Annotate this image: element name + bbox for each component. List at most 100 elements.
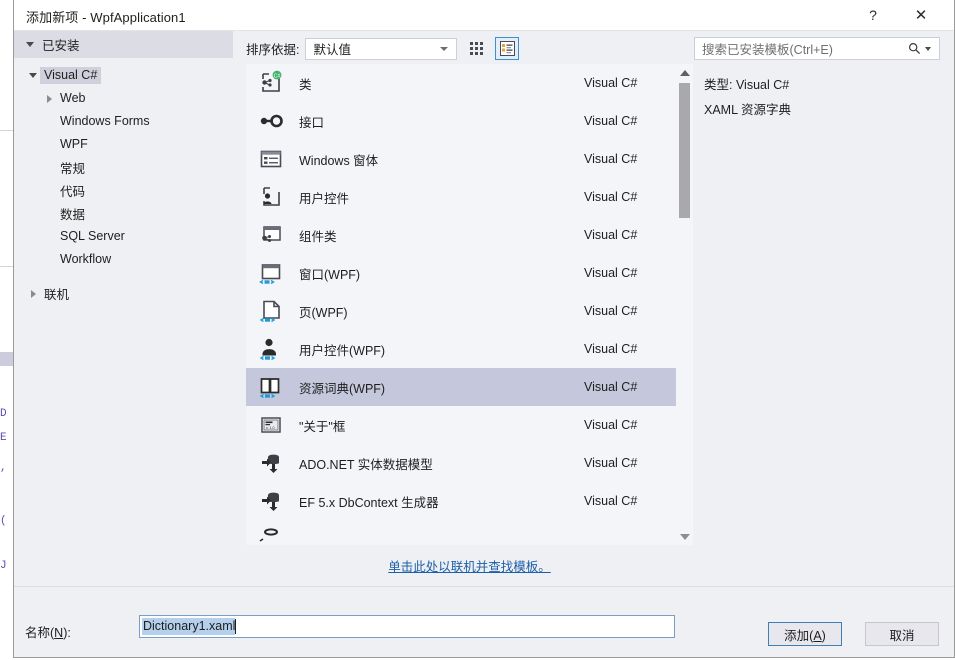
template-language: Visual C# [584,456,638,470]
template-language: Visual C# [584,418,638,432]
template-row[interactable]: C# 类 Visual C# [246,64,676,102]
tree-item-label: Windows Forms [60,114,150,128]
sort-by-label: 排序依据: [246,43,300,57]
tree-item-workflow[interactable]: Workflow [14,248,233,271]
add-button[interactable]: 添加(A) [768,622,842,646]
grid-view-icon[interactable] [464,37,488,60]
resource-dictionary-icon [255,371,287,403]
scrollbar-thumb[interactable] [679,83,690,218]
template-row[interactable]: 接口 Visual C# [246,102,676,140]
class-icon: C# [255,67,287,99]
tree-item-visual-csharp[interactable]: Visual C# [14,64,233,87]
add-button-label: 添加(A) [784,628,826,643]
template-language: Visual C# [584,114,638,128]
search-dropdown-icon[interactable] [925,46,931,51]
sort-by-value: 默认值 [313,43,351,57]
template-details-pane: 类型: Visual C# XAML 资源字典 [694,64,940,545]
template-row[interactable]: ADO.NET 实体数据模型 Visual C# [246,444,676,482]
backdrop-code-fragment: J [0,560,7,572]
scroll-down-icon[interactable] [676,528,693,545]
template-name: ADO.NET 实体数据模型 [299,457,433,472]
template-row[interactable]: Windows 窗体 Visual C# [246,140,676,178]
template-name: EF 5.x DbContext 生成器 [299,495,439,510]
chevron-down-icon[interactable] [26,73,40,78]
template-row[interactable]: 页(WPF) Visual C# [246,292,676,330]
tree-item-label: Web [60,91,86,105]
detail-type: 类型: Visual C# [704,78,790,92]
template-row[interactable]: 窗口(WPF) Visual C# [246,254,676,292]
installed-section-header[interactable]: 已安装 [14,31,233,58]
backdrop-code-fragment: , [0,462,7,474]
user-control-icon [255,181,287,213]
backdrop-code-fragment: D [0,408,7,420]
template-row[interactable]: 组件类 Visual C# [246,216,676,254]
bottom-divider [14,586,954,587]
template-row[interactable]: 用户控件 Visual C# [246,178,676,216]
tree-item-label: Workflow [60,252,112,266]
search-input[interactable]: 搜索已安装模板(Ctrl+E) [694,37,940,60]
template-row[interactable]: v. 1.0 "关于"框 Visual C# [246,406,676,444]
tree-item-online[interactable]: 联机 [14,282,233,305]
chevron-right-icon[interactable] [26,289,40,298]
backdrop-code-fragment: ( [0,515,7,527]
tree-item-general[interactable]: 常规 [14,156,233,179]
template-name: 接口 [299,115,325,130]
template-name: 窗口(WPF) [299,267,361,282]
template-language: Visual C# [584,228,638,242]
close-icon[interactable]: ✕ [902,0,940,30]
svg-text:C#: C# [274,73,281,79]
tree-item-data[interactable]: 数据 [14,202,233,225]
ef-dbcontext-icon [255,485,287,517]
interface-icon [255,105,287,137]
name-input[interactable]: Dictionary1.xaml [139,615,675,638]
tree-item-label: 数据 [60,207,86,222]
svg-text:v. 1.0: v. 1.0 [266,426,275,430]
template-row-selected[interactable]: 资源词典(WPF) Visual C# [246,368,676,406]
template-name: 用户控件 [299,191,350,206]
template-name: Windows 窗体 [299,153,379,168]
template-list-scrollbar[interactable] [676,64,693,545]
sort-by-dropdown[interactable]: 默认值 [305,37,458,60]
backdrop-strip [0,352,13,366]
template-name: 组件类 [299,229,337,244]
tree-item-label: WPF [60,137,88,151]
wpf-window-icon [255,257,287,289]
wpf-page-icon [255,295,287,327]
list-view-icon[interactable] [495,37,520,60]
cancel-button[interactable]: 取消 [865,622,939,646]
dialog-title: 添加新项 - WpfApplication1 [26,10,186,25]
tree-item-label: SQL Server [60,229,125,243]
help-icon[interactable]: ? [854,0,892,30]
name-label: 名称(N): [25,626,71,640]
list-toolbar: 排序依据: 默认值 [246,37,520,60]
template-row[interactable]: EF 5.x DbContext 生成器 Visual C# [246,482,676,520]
tree-item-label: 代码 [60,184,86,199]
chevron-down-icon [26,42,34,47]
find-online-templates-link[interactable]: 单击此处以联机并查找模板。 [246,556,693,575]
template-row-partial[interactable] [246,520,676,545]
tree-item-label: Visual C# [40,67,102,84]
tree-item-label: 常规 [60,161,86,176]
backdrop-divider [0,130,14,131]
dialog-titlebar: 添加新项 - WpfApplication1 ? ✕ [14,0,954,31]
tree-item-sql-server[interactable]: SQL Server [14,225,233,248]
template-language: Visual C# [584,76,638,90]
tree-item-wpf[interactable]: WPF [14,133,233,156]
categories-pane: 已安装 Visual C# Web Windows Forms WPF 常规 代… [14,31,233,543]
template-language: Visual C# [584,266,638,280]
search-icon [908,42,921,55]
search-placeholder: 搜索已安装模板(Ctrl+E) [702,43,833,57]
template-rows: C# 类 Visual C# 接口 Visual C# Windows 窗体 V… [246,64,676,545]
template-row[interactable]: 用户控件(WPF) Visual C# [246,330,676,368]
tree-item-windows-forms[interactable]: Windows Forms [14,110,233,133]
tree-item-web[interactable]: Web [14,87,233,110]
template-list: C# 类 Visual C# 接口 Visual C# Windows 窗体 V… [246,64,693,545]
backdrop-code-fragment: E [0,432,7,444]
windows-form-icon [255,143,287,175]
scroll-up-icon[interactable] [676,64,693,81]
template-name: 用户控件(WPF) [299,343,386,358]
template-language: Visual C# [584,494,638,508]
text-caret [235,619,237,634]
tree-item-code[interactable]: 代码 [14,179,233,202]
chevron-right-icon[interactable] [42,94,56,103]
